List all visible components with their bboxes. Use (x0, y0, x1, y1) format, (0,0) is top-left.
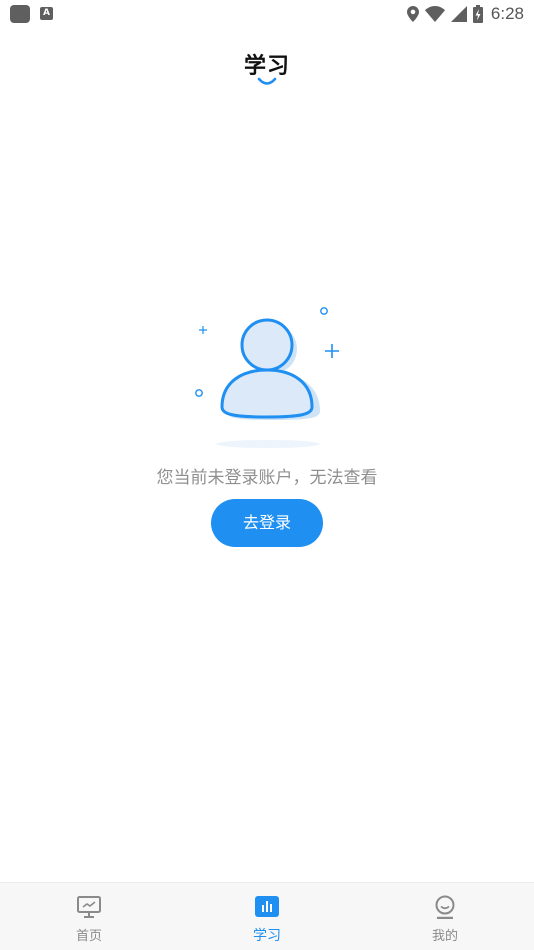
nav-item-label: 首页 (75, 929, 102, 944)
monitor-home-icon (77, 896, 101, 918)
bottom-nav: 首页 学习 我的 (0, 882, 534, 950)
status-bar: A 6:28 (0, 0, 534, 28)
header: 学习 (0, 42, 534, 92)
chart-study-icon (255, 896, 279, 917)
system-status-icons: 6:28 (406, 3, 524, 25)
nav-item-label: 我的 (431, 929, 458, 944)
nav-item-label: 学习 (253, 928, 281, 944)
login-button[interactable]: 去登录 (211, 499, 323, 547)
a-letter-icon: A (40, 7, 53, 20)
wifi-icon (424, 6, 445, 22)
status-time: 6:28 (490, 4, 524, 23)
smile-underline-icon (257, 77, 277, 85)
page-title: 学习 (243, 54, 290, 79)
empty-state-message: 您当前未登录账户，无法查看 (156, 468, 378, 488)
nav-item-home[interactable]: 首页 (29, 883, 149, 950)
battery-charging-icon (472, 5, 483, 23)
cellular-signal-icon (450, 6, 467, 22)
nav-item-study[interactable]: 学习 (207, 883, 327, 950)
app-square-icon (10, 5, 30, 23)
nav-item-mine[interactable]: 我的 (385, 883, 505, 950)
profile-icon (435, 895, 455, 919)
location-icon (406, 6, 419, 22)
user-avatar-illustration (195, 307, 339, 448)
